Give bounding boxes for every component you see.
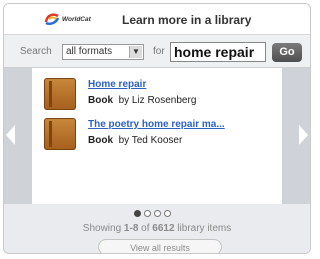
summary-range: 1-8 [123, 223, 139, 234]
result-type: Book [88, 135, 113, 146]
view-all-results-button[interactable]: View all results [98, 239, 222, 253]
for-label: for [153, 46, 165, 57]
search-input[interactable]: home repair [170, 42, 266, 62]
result-author: by Liz Rosenberg [118, 95, 197, 106]
result-author: by Ted Kooser [118, 135, 183, 146]
result-type: Book [88, 95, 113, 106]
chevron-down-icon: ▼ [129, 46, 142, 58]
result-meta: Book by Ted Kooser [88, 135, 182, 146]
next-page-button[interactable] [296, 68, 310, 204]
book-icon[interactable] [44, 118, 76, 150]
page-dot[interactable] [134, 210, 141, 217]
worldcat-globe-icon [44, 13, 60, 26]
previous-page-button[interactable] [4, 68, 18, 204]
pagination-dots [134, 210, 171, 217]
book-icon[interactable] [44, 78, 76, 110]
results-list: Home repair Book by Liz Rosenberg The po… [32, 68, 282, 204]
arrow-left-icon [6, 125, 15, 145]
widget-footer: Showing 1-8 of 6612 library items View a… [4, 204, 310, 253]
logo-text: WorldCat [62, 15, 91, 23]
summary-suffix: library items [174, 223, 232, 234]
result-title-link[interactable]: Home repair [88, 79, 146, 90]
summary-of: of [138, 223, 153, 234]
format-select[interactable]: all formats ▼ [62, 44, 144, 60]
search-label: Search [20, 46, 52, 57]
format-select-value: all formats [66, 46, 113, 57]
search-bar: Search all formats ▼ for home repair Go [4, 34, 310, 68]
page-dot[interactable] [164, 210, 171, 217]
worldcat-widget: WorldCat Learn more in a library Search … [3, 3, 311, 254]
result-title-link[interactable]: The poetry home repair ma... [88, 119, 225, 130]
page-dot[interactable] [154, 210, 161, 217]
list-item: Home repair Book by Liz Rosenberg [44, 78, 274, 112]
results-carousel: Home repair Book by Liz Rosenberg The po… [4, 68, 310, 204]
widget-title: Learn more in a library [122, 13, 252, 27]
summary-total: 6612 [152, 223, 175, 234]
arrow-right-icon [299, 125, 308, 145]
result-meta: Book by Liz Rosenberg [88, 95, 196, 106]
go-button[interactable]: Go [272, 43, 302, 62]
list-item: The poetry home repair ma... Book by Ted… [44, 118, 274, 152]
worldcat-logo[interactable]: WorldCat [44, 12, 91, 26]
summary-prefix: Showing [82, 223, 124, 234]
widget-header: WorldCat Learn more in a library [4, 4, 310, 34]
page-dot[interactable] [144, 210, 151, 217]
results-summary: Showing 1-8 of 6612 library items [4, 223, 310, 234]
